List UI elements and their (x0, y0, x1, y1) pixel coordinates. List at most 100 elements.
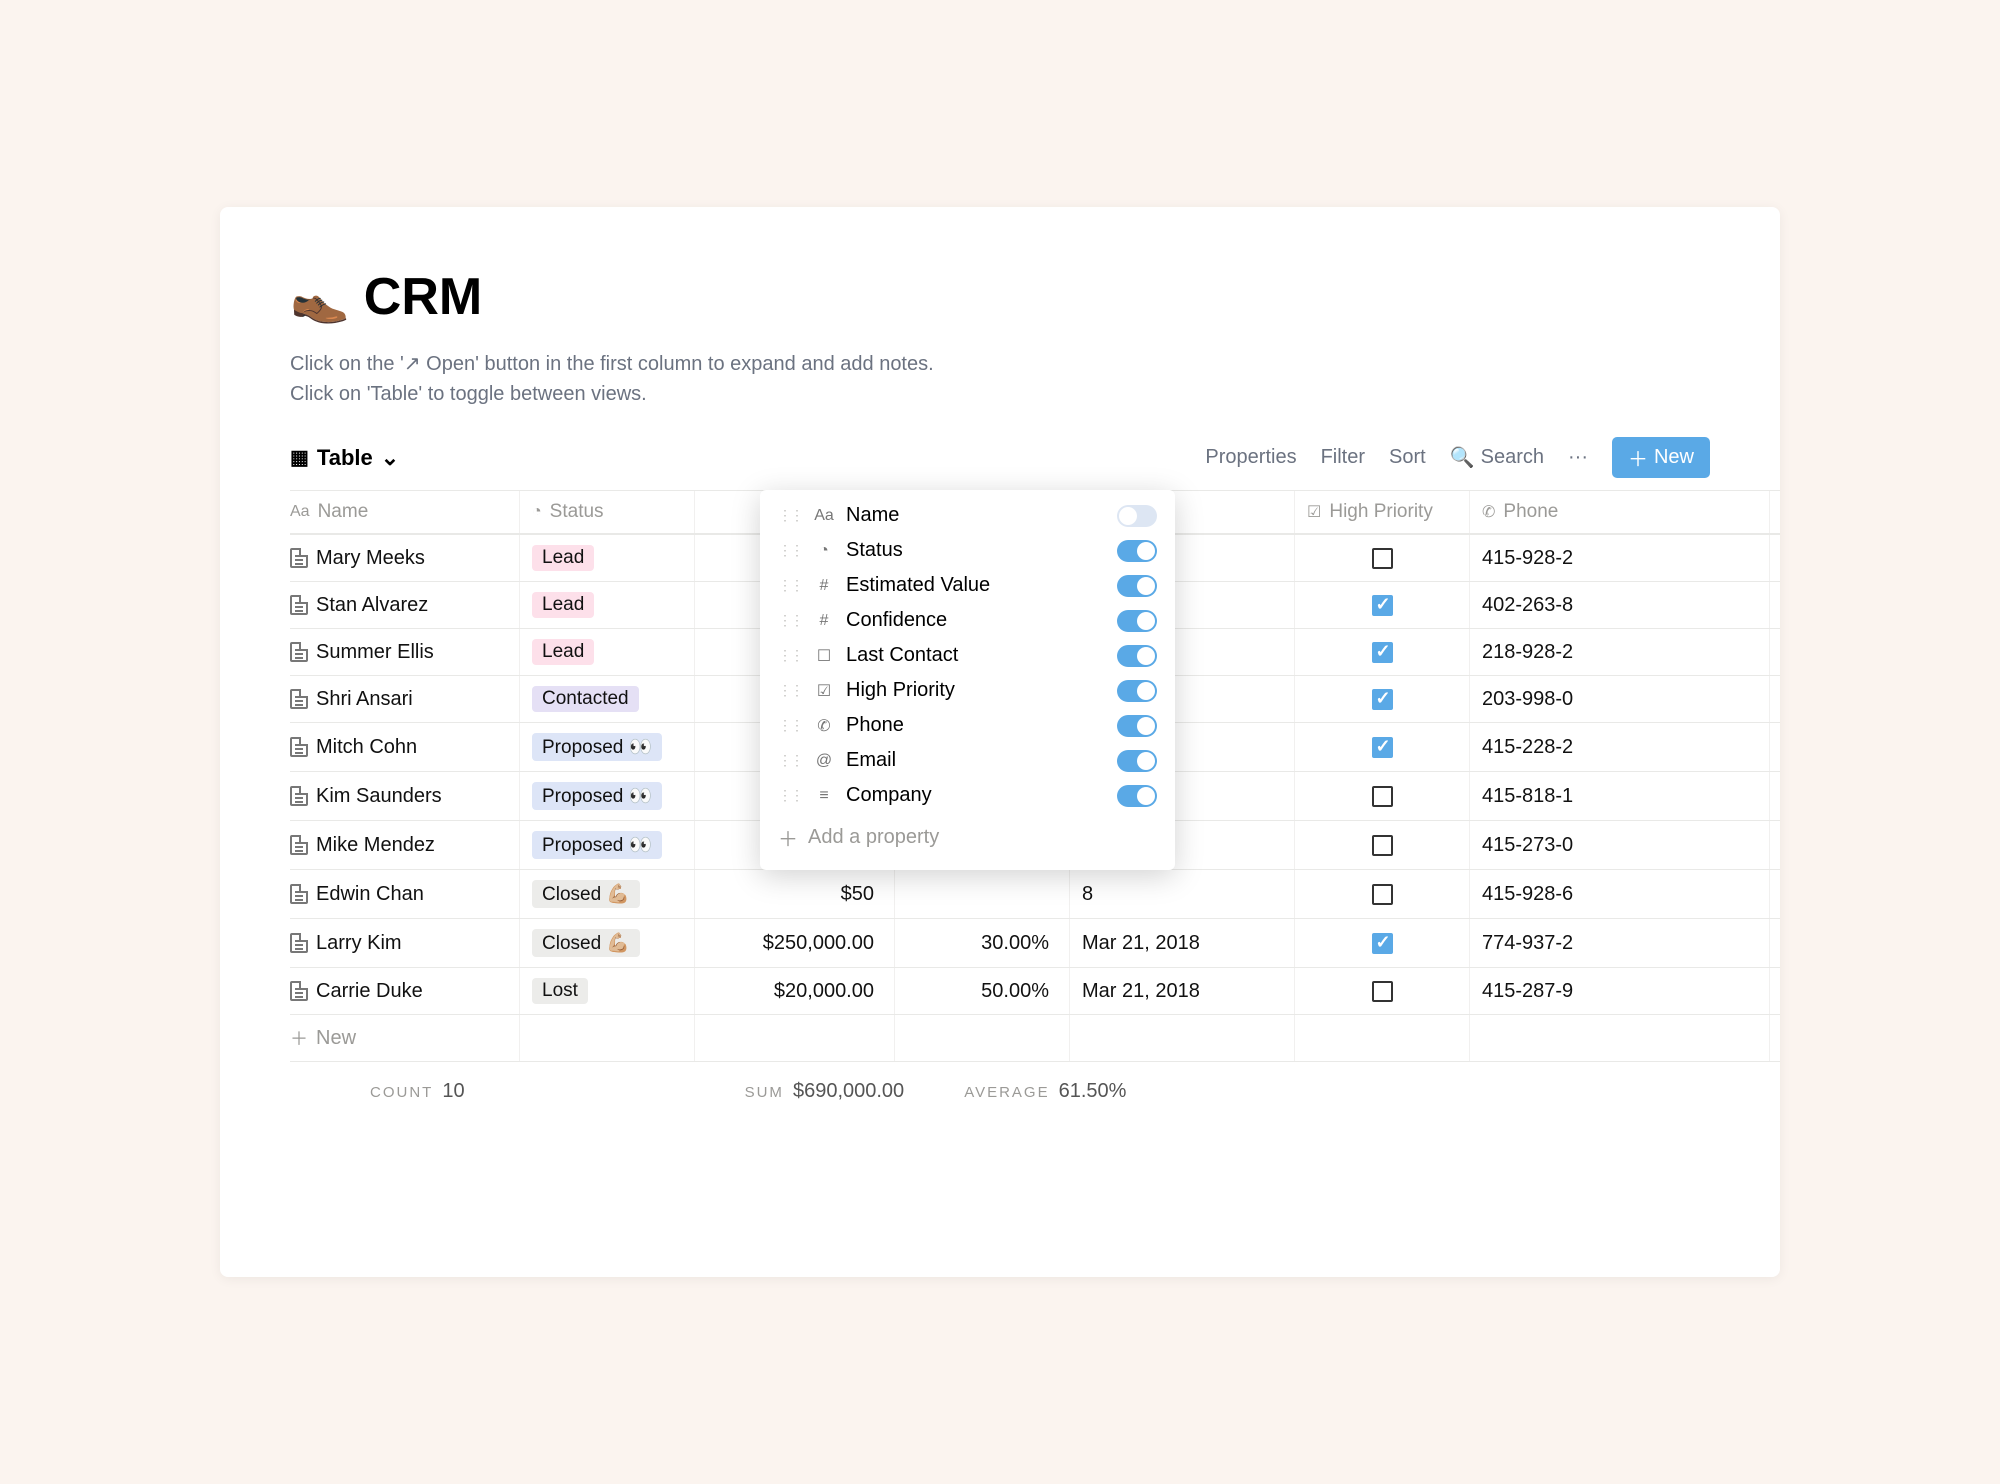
property-row[interactable]: ⋮⋮#Estimated Value (760, 568, 1175, 603)
property-row[interactable]: ⋮⋮☐Last Contact (760, 638, 1175, 673)
cell-name[interactable]: Mary Meeks (220, 535, 520, 581)
col-phone[interactable]: ✆Phone (1470, 491, 1770, 533)
cell-status[interactable]: Proposed 👀 (520, 821, 695, 869)
cell-phone[interactable]: 415-287-9 (1470, 968, 1770, 1014)
new-row[interactable]: ＋New (290, 1014, 1780, 1062)
col-name[interactable]: AaName (220, 491, 520, 533)
checkbox[interactable] (1372, 642, 1393, 663)
property-row[interactable]: ⋮⋮#Confidence (760, 603, 1175, 638)
drag-handle-icon[interactable]: ⋮⋮ (778, 542, 802, 559)
table-row[interactable]: Edwin ChanClosed 💪🏼$508415-928-6 (290, 869, 1780, 918)
property-row[interactable]: ⋮⋮◔Status (760, 533, 1175, 568)
cell-status[interactable]: Lost (520, 968, 695, 1014)
checkbox[interactable] (1372, 835, 1393, 856)
cell-name[interactable]: Edwin Chan (220, 870, 520, 918)
cell-phone[interactable]: 218-928-2 (1470, 629, 1770, 675)
cell-high-priority[interactable] (1295, 535, 1470, 581)
cell-name[interactable]: Kim Saunders (220, 772, 520, 820)
cell-confidence[interactable]: 50.00% (895, 968, 1070, 1014)
col-status[interactable]: ◔Status (520, 491, 695, 533)
cell-phone[interactable]: 402-263-8 (1470, 582, 1770, 628)
drag-handle-icon[interactable]: ⋮⋮ (778, 612, 802, 629)
property-row[interactable]: ⋮⋮✆Phone (760, 708, 1175, 743)
cell-status[interactable]: Closed 💪🏼 (520, 870, 695, 918)
checkbox[interactable] (1372, 595, 1393, 616)
cell-phone[interactable]: 415-928-2 (1470, 535, 1770, 581)
cell-status[interactable]: Proposed 👀 (520, 772, 695, 820)
cell-phone[interactable]: 415-273-0 (1470, 821, 1770, 869)
cell-high-priority[interactable] (1295, 629, 1470, 675)
cell-status[interactable]: Proposed 👀 (520, 723, 695, 771)
cell-high-priority[interactable] (1295, 821, 1470, 869)
more-menu-button[interactable]: ··· (1568, 446, 1588, 469)
cell-status[interactable]: Contacted (520, 676, 695, 722)
checkbox[interactable] (1372, 884, 1393, 905)
property-row[interactable]: ⋮⋮≡Company (760, 778, 1175, 813)
cell-name[interactable]: Mike Mendez (220, 821, 520, 869)
drag-handle-icon[interactable]: ⋮⋮ (778, 507, 802, 524)
visibility-toggle[interactable] (1117, 715, 1157, 737)
cell-confidence[interactable] (895, 870, 1070, 918)
cell-phone[interactable]: 203-998-0 (1470, 676, 1770, 722)
table-row[interactable]: Carrie DukeLost$20,000.0050.00%Mar 21, 2… (290, 967, 1780, 1014)
cell-status[interactable]: Closed 💪🏼 (520, 919, 695, 967)
visibility-toggle[interactable] (1117, 750, 1157, 772)
new-button[interactable]: ＋ New (1612, 437, 1710, 478)
cell-phone[interactable]: 415-818-1 (1470, 772, 1770, 820)
page-title[interactable]: CRM (364, 267, 482, 327)
view-selector[interactable]: ▦ Table ⌄ (290, 445, 399, 471)
cell-last-contact[interactable]: 8 (1070, 870, 1295, 918)
col-high-priority[interactable]: ☑High Priority (1295, 491, 1470, 533)
cell-phone[interactable]: 415-928-6 (1470, 870, 1770, 918)
cell-high-priority[interactable] (1295, 582, 1470, 628)
cell-high-priority[interactable] (1295, 968, 1470, 1014)
visibility-toggle[interactable] (1117, 645, 1157, 667)
visibility-toggle[interactable] (1117, 540, 1157, 562)
drag-handle-icon[interactable]: ⋮⋮ (778, 752, 802, 769)
property-row[interactable]: ⋮⋮AaName (760, 498, 1175, 533)
drag-handle-icon[interactable]: ⋮⋮ (778, 577, 802, 594)
cell-high-priority[interactable] (1295, 919, 1470, 967)
cell-name[interactable]: Larry Kim (220, 919, 520, 967)
cell-high-priority[interactable] (1295, 870, 1470, 918)
cell-confidence[interactable]: 30.00% (895, 919, 1070, 967)
cell-phone[interactable]: 774-937-2 (1470, 919, 1770, 967)
cell-estimated[interactable]: $20,000.00 (695, 968, 895, 1014)
checkbox[interactable] (1372, 981, 1393, 1002)
cell-high-priority[interactable] (1295, 772, 1470, 820)
sort-button[interactable]: Sort (1389, 446, 1426, 469)
checkbox[interactable] (1372, 689, 1393, 710)
filter-button[interactable]: Filter (1321, 446, 1365, 469)
visibility-toggle[interactable] (1117, 680, 1157, 702)
cell-name[interactable]: Carrie Duke (220, 968, 520, 1014)
property-row[interactable]: ⋮⋮☑High Priority (760, 673, 1175, 708)
checkbox[interactable] (1372, 786, 1393, 807)
checkbox[interactable] (1372, 548, 1393, 569)
visibility-toggle[interactable] (1117, 785, 1157, 807)
cell-name[interactable]: Mitch Cohn (220, 723, 520, 771)
cell-estimated[interactable]: $250,000.00 (695, 919, 895, 967)
table-row[interactable]: Larry KimClosed 💪🏼$250,000.0030.00%Mar 2… (290, 918, 1780, 967)
add-property-button[interactable]: ＋Add a property (760, 813, 1175, 862)
drag-handle-icon[interactable]: ⋮⋮ (778, 647, 802, 664)
drag-handle-icon[interactable]: ⋮⋮ (778, 682, 802, 699)
cell-last-contact[interactable]: Mar 21, 2018 (1070, 968, 1295, 1014)
search-button[interactable]: 🔍 Search (1450, 445, 1544, 470)
cell-name[interactable]: Summer Ellis (220, 629, 520, 675)
drag-handle-icon[interactable]: ⋮⋮ (778, 787, 802, 804)
cell-status[interactable]: Lead (520, 582, 695, 628)
visibility-toggle[interactable] (1117, 505, 1157, 527)
cell-phone[interactable]: 415-228-2 (1470, 723, 1770, 771)
checkbox[interactable] (1372, 933, 1393, 954)
cell-name[interactable]: Stan Alvarez (220, 582, 520, 628)
cell-estimated[interactable]: $50 (695, 870, 895, 918)
visibility-toggle[interactable] (1117, 610, 1157, 632)
cell-high-priority[interactable] (1295, 723, 1470, 771)
cell-name[interactable]: Shri Ansari (220, 676, 520, 722)
visibility-toggle[interactable] (1117, 575, 1157, 597)
properties-button[interactable]: Properties (1205, 446, 1296, 469)
drag-handle-icon[interactable]: ⋮⋮ (778, 717, 802, 734)
property-row[interactable]: ⋮⋮@Email (760, 743, 1175, 778)
page-icon[interactable]: 👞 (290, 269, 350, 326)
cell-status[interactable]: Lead (520, 629, 695, 675)
